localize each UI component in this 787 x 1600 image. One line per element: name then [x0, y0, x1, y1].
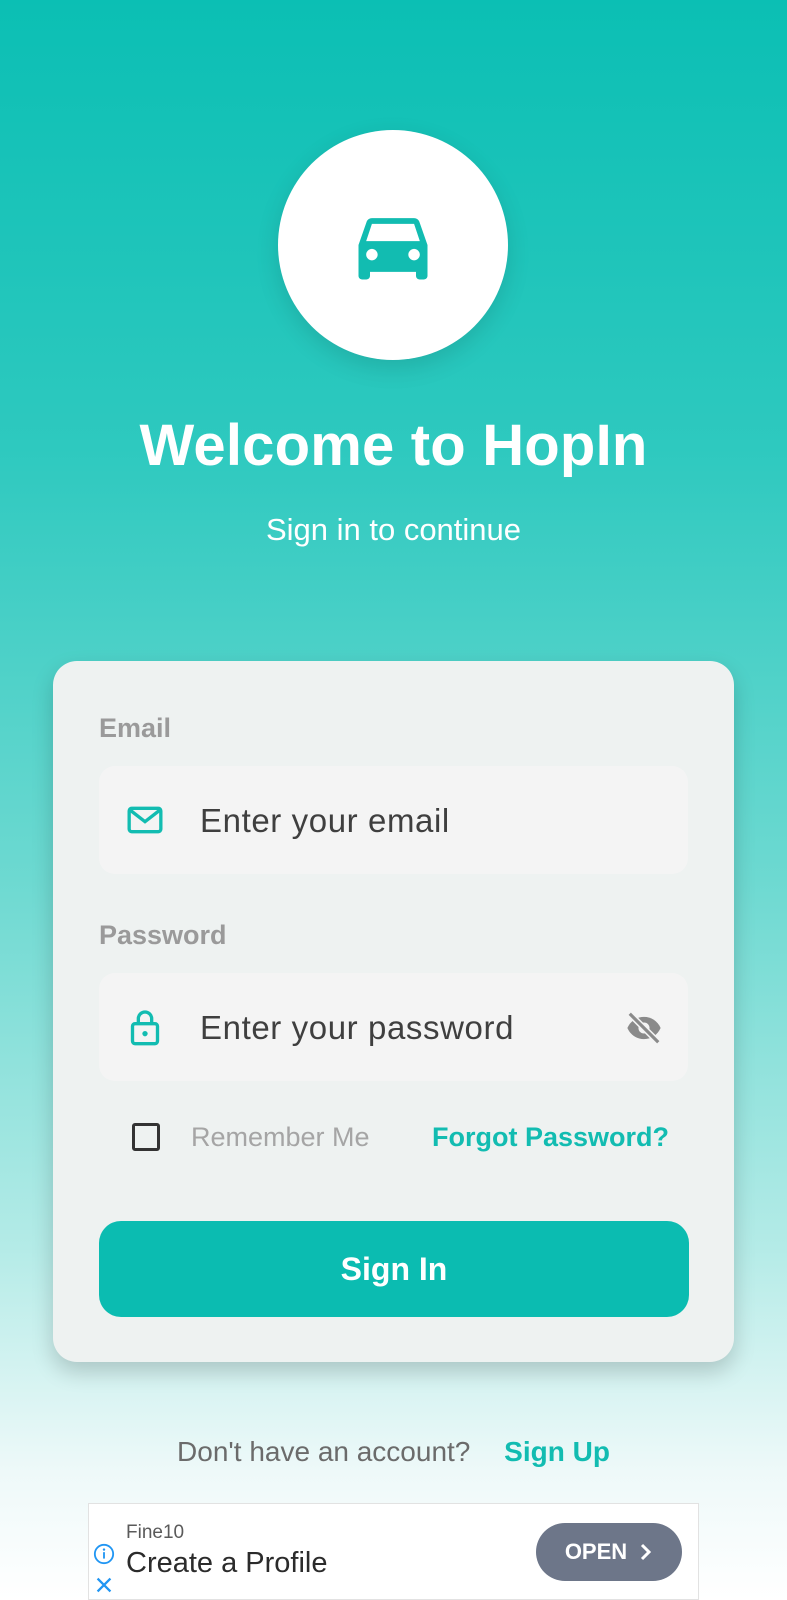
ad-advertiser: Fine10 [126, 1522, 185, 1543]
ad-headline[interactable]: Create a Profile [126, 1547, 328, 1580]
welcome-subtitle: Sign in to continue [265, 512, 522, 547]
email-label: Email [99, 713, 172, 743]
remember-me-label[interactable]: Remember Me [191, 1122, 370, 1153]
ad-open-label: OPEN [564, 1539, 628, 1564]
ad-open-button[interactable]: OPEN [536, 1523, 682, 1581]
password-field[interactable]: Enter your password [99, 973, 688, 1081]
remember-row: Remember Me Forgot Password? [53, 1113, 734, 1163]
sign-in-button[interactable]: Sign In [99, 1221, 689, 1317]
ad-banner[interactable]: Fine10 Create a Profile OPEN [88, 1503, 699, 1600]
password-label: Password [99, 920, 227, 950]
eye-off-icon[interactable] [622, 1009, 666, 1047]
chevron-right-icon [641, 1543, 652, 1561]
email-field[interactable]: Enter your email [99, 766, 688, 874]
app-logo [278, 130, 508, 360]
close-icon[interactable] [93, 1574, 115, 1596]
info-icon[interactable] [93, 1543, 115, 1565]
signup-prompt: Don't have an account? [177, 1436, 471, 1467]
welcome-title: Welcome to HopIn [139, 413, 648, 478]
mail-icon [127, 806, 163, 834]
signup-row: Don't have an account? Sign Up [0, 1436, 787, 1468]
lock-icon [130, 1010, 160, 1046]
forgot-password-link[interactable]: Forgot Password? [432, 1122, 669, 1153]
car-icon [358, 218, 428, 280]
email-placeholder: Enter your email [200, 802, 450, 839]
password-placeholder: Enter your password [200, 1009, 515, 1046]
sign-up-link[interactable]: Sign Up [504, 1436, 610, 1467]
remember-me-checkbox[interactable] [132, 1123, 160, 1151]
login-card: Email Enter your email Password Enter yo… [53, 661, 734, 1362]
